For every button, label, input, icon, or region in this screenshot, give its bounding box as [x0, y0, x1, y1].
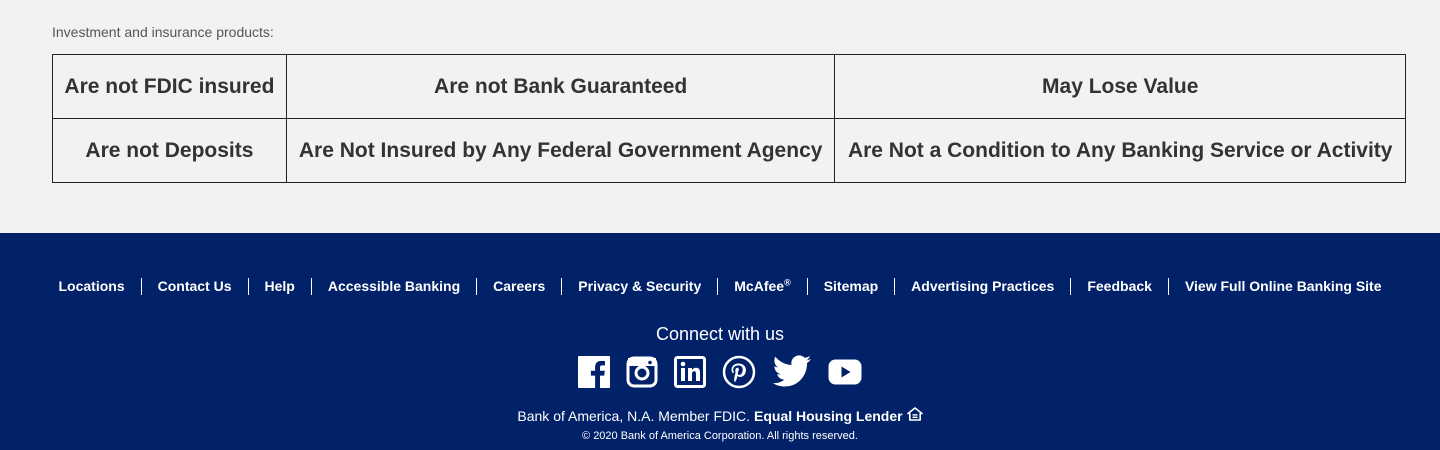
- facebook-icon[interactable]: [578, 356, 610, 388]
- table-cell: Are not FDIC insured: [52, 54, 287, 119]
- youtube-icon[interactable]: [828, 359, 862, 385]
- table-cell: Are Not Insured by Any Federal Governmen…: [285, 118, 836, 183]
- table-row: Are not FDIC insured Are not Bank Guaran…: [52, 54, 1406, 119]
- table-cell: Are Not a Condition to Any Banking Servi…: [834, 118, 1406, 183]
- member-fdic-line: Bank of America, N.A. Member FDIC. Equal…: [0, 407, 1440, 424]
- table-cell: Are not Bank Guaranteed: [285, 54, 836, 119]
- footer-link-sitemap[interactable]: Sitemap: [808, 277, 894, 295]
- copyright: © 2020 Bank of America Corporation. All …: [582, 430, 858, 442]
- connect-title: Connect with us: [655, 324, 785, 344]
- table-cell: May Lose Value: [834, 54, 1406, 119]
- disclosure-intro: Investment and insurance products:: [52, 24, 274, 40]
- pinterest-icon[interactable]: [722, 355, 756, 389]
- footer-link-help[interactable]: Help: [249, 277, 311, 295]
- investment-disclosure: Investment and insurance products: Are n…: [0, 0, 1440, 233]
- registered-mark: ®: [784, 277, 791, 288]
- footer-link-locations[interactable]: Locations: [42, 277, 140, 295]
- footer-link-advertising-practices[interactable]: Advertising Practices: [895, 277, 1070, 295]
- footer-link-full-site[interactable]: View Full Online Banking Site: [1169, 277, 1398, 295]
- footer-link-contact-us[interactable]: Contact Us: [142, 277, 248, 295]
- table-row: Are not Deposits Are Not Insured by Any …: [52, 118, 1406, 183]
- equal-housing-lender: Equal Housing Lender: [754, 407, 903, 424]
- footer-link-accessible-banking[interactable]: Accessible Banking: [312, 277, 476, 295]
- linkedin-icon[interactable]: [674, 356, 706, 388]
- footer-link-feedback[interactable]: Feedback: [1071, 277, 1168, 295]
- site-footer: Locations Contact Us Help Accessible Ban…: [0, 233, 1440, 450]
- footer-nav: Locations Contact Us Help Accessible Ban…: [0, 277, 1440, 295]
- twitter-icon[interactable]: [772, 355, 812, 389]
- footer-link-careers[interactable]: Careers: [477, 277, 561, 295]
- footer-link-privacy-security[interactable]: Privacy & Security: [562, 277, 717, 295]
- footer-link-mcafee[interactable]: McAfee®: [718, 277, 806, 295]
- disclosure-table: Are not FDIC insured Are not Bank Guaran…: [52, 54, 1406, 183]
- social-links: [0, 355, 1440, 389]
- mcafee-label: McAfee: [734, 278, 785, 294]
- table-cell: Are not Deposits: [52, 118, 287, 183]
- member-fdic-text: Bank of America, N.A. Member FDIC.: [517, 407, 751, 424]
- instagram-icon[interactable]: [626, 356, 658, 388]
- house-icon: [906, 407, 923, 424]
